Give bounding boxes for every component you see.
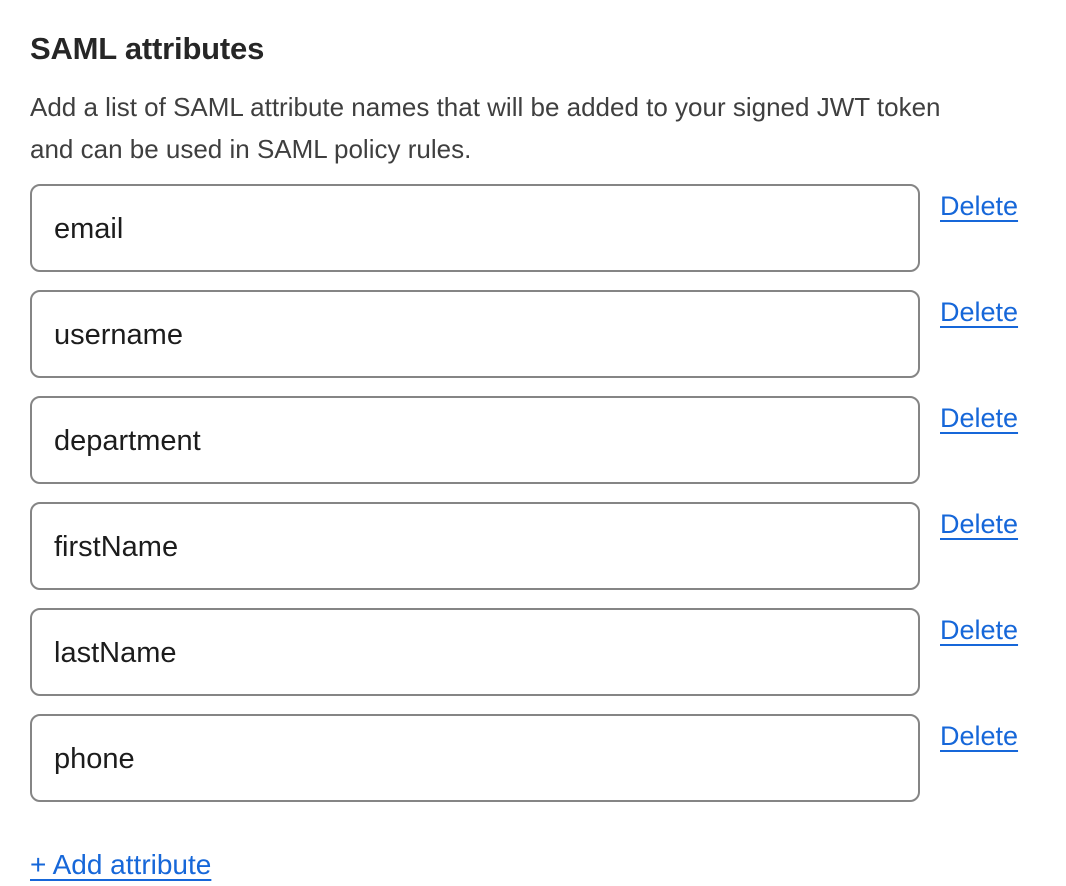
attribute-input-lastname[interactable] — [30, 608, 920, 696]
attribute-input-firstname[interactable] — [30, 502, 920, 590]
delete-link[interactable]: Delete — [940, 296, 1018, 328]
attribute-row: Delete — [30, 608, 1066, 696]
attribute-row: Delete — [30, 502, 1066, 590]
attribute-row: Delete — [30, 290, 1066, 378]
delete-link[interactable]: Delete — [940, 614, 1018, 646]
delete-link[interactable]: Delete — [940, 190, 1018, 222]
attribute-row: Delete — [30, 396, 1066, 484]
delete-link[interactable]: Delete — [940, 508, 1018, 540]
attribute-row: Delete — [30, 714, 1066, 802]
saml-attributes-section: SAML attributes Add a list of SAML attri… — [0, 0, 1066, 886]
attribute-input-phone[interactable] — [30, 714, 920, 802]
attribute-row: Delete — [30, 184, 1066, 272]
section-title: SAML attributes — [30, 30, 1066, 68]
delete-link[interactable]: Delete — [940, 402, 1018, 434]
delete-link[interactable]: Delete — [940, 720, 1018, 752]
attribute-input-email[interactable] — [30, 184, 920, 272]
section-description: Add a list of SAML attribute names that … — [30, 86, 1066, 170]
attribute-input-department[interactable] — [30, 396, 920, 484]
attribute-input-username[interactable] — [30, 290, 920, 378]
section-description-line-1: Add a list of SAML attribute names that … — [30, 86, 1066, 128]
add-attribute-link[interactable]: + Add attribute — [30, 848, 211, 882]
section-description-line-2: and can be used in SAML policy rules. — [30, 128, 1066, 170]
